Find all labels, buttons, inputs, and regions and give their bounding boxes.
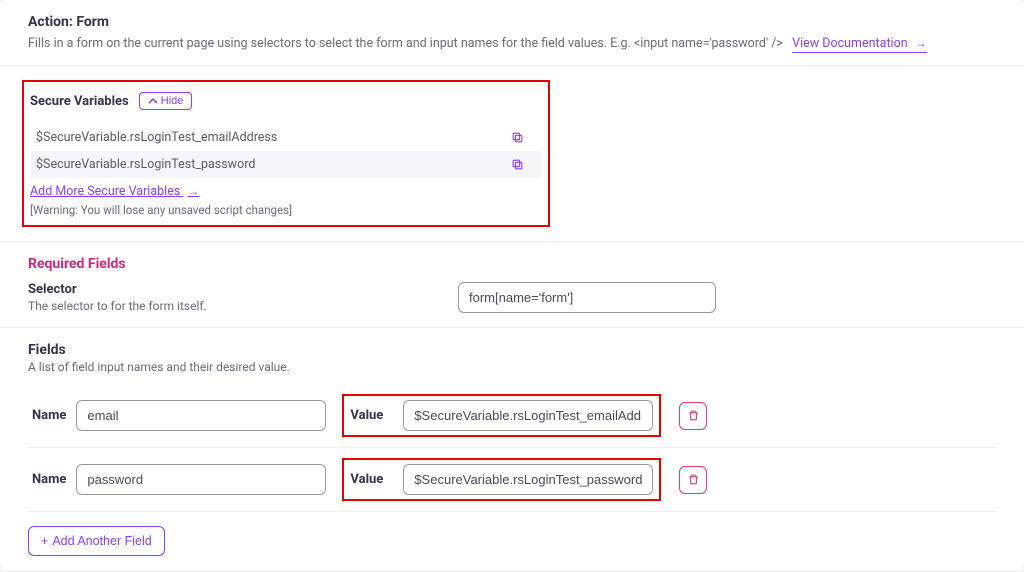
view-documentation-label: View Documentation <box>792 36 907 51</box>
add-more-secure-variables-link[interactable]: Add More Secure Variables → <box>30 182 199 201</box>
selector-input[interactable] <box>458 282 716 313</box>
secure-variable-row: $SecureVariable.rsLoginTest_emailAddress <box>30 124 542 151</box>
delete-field-button[interactable] <box>679 402 707 430</box>
name-label: Name <box>32 472 66 487</box>
field-row: Name Value <box>28 448 996 512</box>
hide-button[interactable]: Hide <box>139 92 193 110</box>
value-label: Value <box>350 408 383 423</box>
selector-description: The selector to for the form itself. <box>28 299 418 313</box>
secure-variables-warning: [Warning: You will lose any unsaved scri… <box>30 203 542 217</box>
chevron-up-icon <box>148 96 158 106</box>
plus-icon: + <box>41 534 48 548</box>
fields-description: A list of field input names and their de… <box>28 360 996 374</box>
field-row: Name Value <box>28 384 996 448</box>
add-another-field-button[interactable]: + Add Another Field <box>28 526 165 556</box>
field-name-input[interactable] <box>76 400 326 431</box>
value-label: Value <box>350 472 383 487</box>
view-documentation-link[interactable]: View Documentation → <box>792 36 927 53</box>
delete-field-button[interactable] <box>679 466 707 494</box>
required-fields-heading: Required Fields <box>28 256 996 272</box>
field-value-input[interactable] <box>403 400 653 431</box>
selector-label: Selector <box>28 282 418 297</box>
field-value-callout: Value <box>342 394 661 437</box>
secure-variable-name: $SecureVariable.rsLoginTest_emailAddress <box>36 130 277 145</box>
fields-heading: Fields <box>28 342 996 358</box>
arrow-right-icon: → <box>187 184 199 198</box>
field-value-input[interactable] <box>403 464 653 495</box>
action-description: Fills in a form on the current page usin… <box>28 36 783 51</box>
field-name-input[interactable] <box>76 464 326 495</box>
field-value-callout: Value <box>342 458 661 501</box>
trash-icon <box>687 409 700 422</box>
arrow-right-icon: → <box>915 36 927 50</box>
copy-icon[interactable] <box>511 158 524 171</box>
action-title: Action: Form <box>28 14 996 30</box>
copy-icon[interactable] <box>511 131 524 144</box>
secure-variables-callout: Secure Variables Hide $SecureVariable.rs… <box>22 80 550 227</box>
trash-icon <box>687 473 700 486</box>
name-label: Name <box>32 408 66 423</box>
secure-variable-name: $SecureVariable.rsLoginTest_password <box>36 157 255 172</box>
secure-variable-row: $SecureVariable.rsLoginTest_password <box>30 151 542 178</box>
secure-variables-label: Secure Variables <box>30 94 129 109</box>
